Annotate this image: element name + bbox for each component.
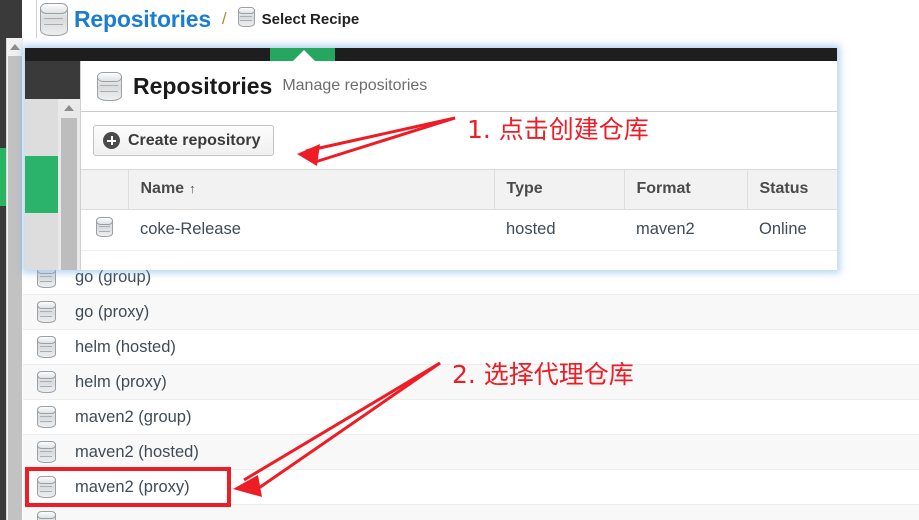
page-subtitle: Manage repositories (282, 77, 428, 94)
create-repository-label: Create repository (128, 131, 261, 149)
database-icon (23, 511, 69, 520)
list-item[interactable]: helm (proxy) (23, 365, 919, 400)
scroll-up-arrow-icon[interactable] (58, 99, 80, 117)
list-item-maven2-proxy[interactable]: maven2 (proxy) (23, 470, 919, 505)
panel-scrollbar[interactable] (58, 99, 80, 270)
panel-toolbar: Create repository (81, 112, 837, 170)
page-title: Repositories (133, 72, 273, 99)
list-item-label: go (proxy) (75, 302, 150, 321)
database-icon (23, 476, 69, 498)
plus-circle-icon (103, 132, 120, 149)
list-item-label: maven2 (proxy) (75, 477, 190, 496)
column-header-status[interactable]: Status (747, 170, 837, 210)
row-database-icon (81, 209, 128, 251)
page-scroll-position-marker (0, 148, 6, 206)
breadcrumb: Repositories / Select Recipe (36, 0, 359, 38)
page-scrollbar-thumb[interactable] (8, 56, 22, 520)
list-item[interactable] (23, 505, 919, 520)
app-left-rail-top (0, 0, 22, 38)
screen-root: go (group) go (proxy) helm (hosted) helm… (0, 0, 919, 520)
table-header-row: Name ↑ Type Format Status (81, 170, 837, 210)
list-item-label: maven2 (hosted) (75, 442, 199, 461)
list-item[interactable]: helm (hosted) (23, 330, 919, 365)
list-item-label: helm (proxy) (75, 372, 167, 391)
tab-caret-icon (293, 50, 315, 61)
panel-left-rail (25, 61, 80, 99)
cell-status: Online (747, 209, 837, 251)
list-item-label: helm (hosted) (75, 337, 176, 356)
page-scrollbar[interactable] (6, 38, 23, 520)
cell-name: coke-Release (128, 209, 494, 251)
database-icon (23, 336, 69, 358)
column-header-type[interactable]: Type (494, 170, 625, 210)
list-item[interactable]: maven2 (hosted) (23, 435, 919, 470)
create-repository-button[interactable]: Create repository (93, 125, 274, 156)
repositories-panel: Repositories Manage repositories Create … (25, 48, 837, 270)
panel-scrollbar-thumb[interactable] (61, 118, 77, 270)
table-row[interactable]: coke-Release hosted maven2 Online (81, 209, 837, 251)
repositories-panel-body: Repositories Manage repositories Create … (80, 61, 837, 270)
database-icon (36, 0, 70, 38)
database-icon (23, 441, 69, 463)
list-item[interactable]: go (proxy) (23, 295, 919, 330)
panel-gutter-marker (25, 156, 58, 213)
database-icon (23, 371, 69, 393)
cell-type: hosted (494, 209, 624, 251)
panel-header: Repositories Manage repositories (81, 61, 837, 112)
database-icon (23, 406, 69, 428)
list-item[interactable]: maven2 (group) (23, 400, 919, 435)
column-header-name[interactable]: Name ↑ (128, 170, 495, 210)
cell-format: maven2 (624, 209, 747, 251)
list-item-label: go (group) (75, 267, 152, 286)
breadcrumb-current: Select Recipe (261, 10, 360, 28)
panel-top-strip (25, 48, 837, 61)
database-icon (23, 301, 69, 323)
database-icon (92, 71, 126, 101)
sort-ascending-icon: ↑ (189, 181, 196, 197)
breadcrumb-separator: / (221, 9, 227, 28)
scroll-up-arrow-icon[interactable] (7, 38, 23, 55)
repositories-table: Name ↑ Type Format Status coke-Release ho… (81, 170, 837, 251)
breadcrumb-root-link[interactable]: Repositories (70, 6, 211, 33)
database-icon (237, 6, 255, 32)
column-header-icon (81, 170, 129, 210)
list-item-label: maven2 (group) (75, 407, 192, 426)
column-header-format[interactable]: Format (624, 170, 748, 210)
